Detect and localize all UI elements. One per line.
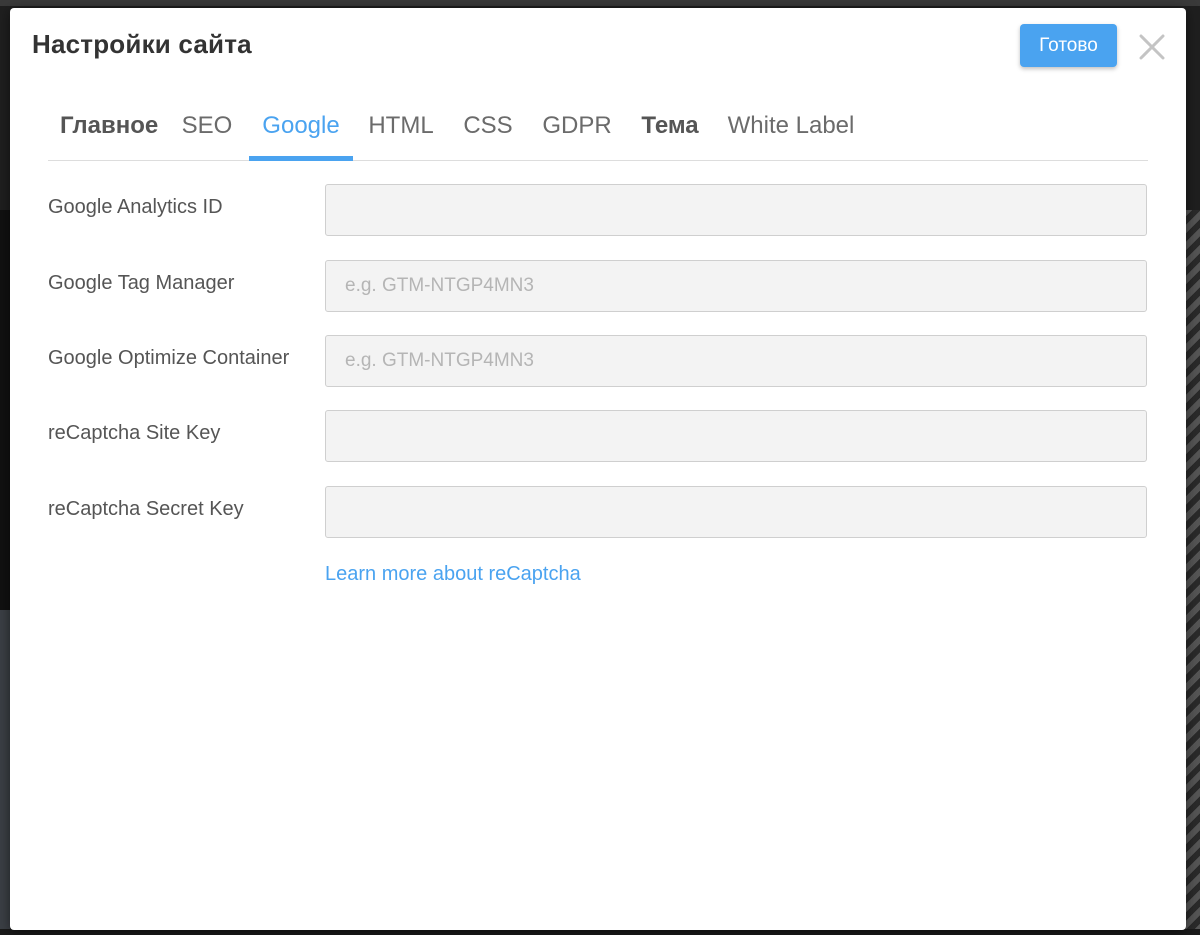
learn-more-recaptcha-link[interactable]: Learn more about reCaptcha [325, 563, 581, 586]
field-label: Google Tag Manager [48, 272, 235, 294]
form-row-recaptcha-site-key: reCaptcha Site Key [48, 410, 1148, 463]
settings-tabs: Главное SEO Google HTML CSS GDPR Тема Wh… [48, 103, 1148, 161]
form-row-analytics-id: Google Analytics ID [48, 184, 1148, 237]
field-label: reCaptcha Site Key [48, 422, 221, 444]
done-button[interactable]: Готово [1020, 24, 1117, 67]
field-label: Google Analytics ID [48, 196, 223, 218]
form-row-optimize-container: Google Optimize Container [48, 335, 1148, 388]
tab-google[interactable]: Google [249, 103, 353, 161]
field-label: reCaptcha Secret Key [48, 498, 244, 520]
tab-seo[interactable]: SEO [179, 103, 235, 160]
background-panel-right [1184, 210, 1200, 935]
tab-html[interactable]: HTML [367, 103, 435, 160]
google-analytics-id-input[interactable] [325, 184, 1147, 236]
form-row-tag-manager: Google Tag Manager [48, 260, 1148, 313]
field-label: Google Optimize Container [48, 347, 290, 369]
google-optimize-container-input[interactable] [325, 335, 1147, 387]
google-tag-manager-input[interactable] [325, 260, 1147, 312]
tab-theme[interactable]: Тема [639, 103, 701, 160]
background-panel-left [0, 210, 10, 610]
dialog-title: Настройки сайта [32, 29, 252, 59]
recaptcha-site-key-input[interactable] [325, 410, 1147, 462]
recaptcha-secret-key-input[interactable] [325, 486, 1147, 538]
tab-css[interactable]: CSS [461, 103, 515, 160]
close-icon[interactable] [1136, 31, 1168, 63]
background-panel-left-lower [0, 610, 10, 935]
site-settings-dialog: Настройки сайта Готово Главное SEO Googl… [10, 8, 1186, 930]
tab-gdpr[interactable]: GDPR [540, 103, 614, 160]
form-row-recaptcha-secret-key: reCaptcha Secret Key [48, 486, 1148, 539]
tab-white-label[interactable]: White Label [725, 103, 857, 160]
tab-main[interactable]: Главное [60, 103, 158, 160]
